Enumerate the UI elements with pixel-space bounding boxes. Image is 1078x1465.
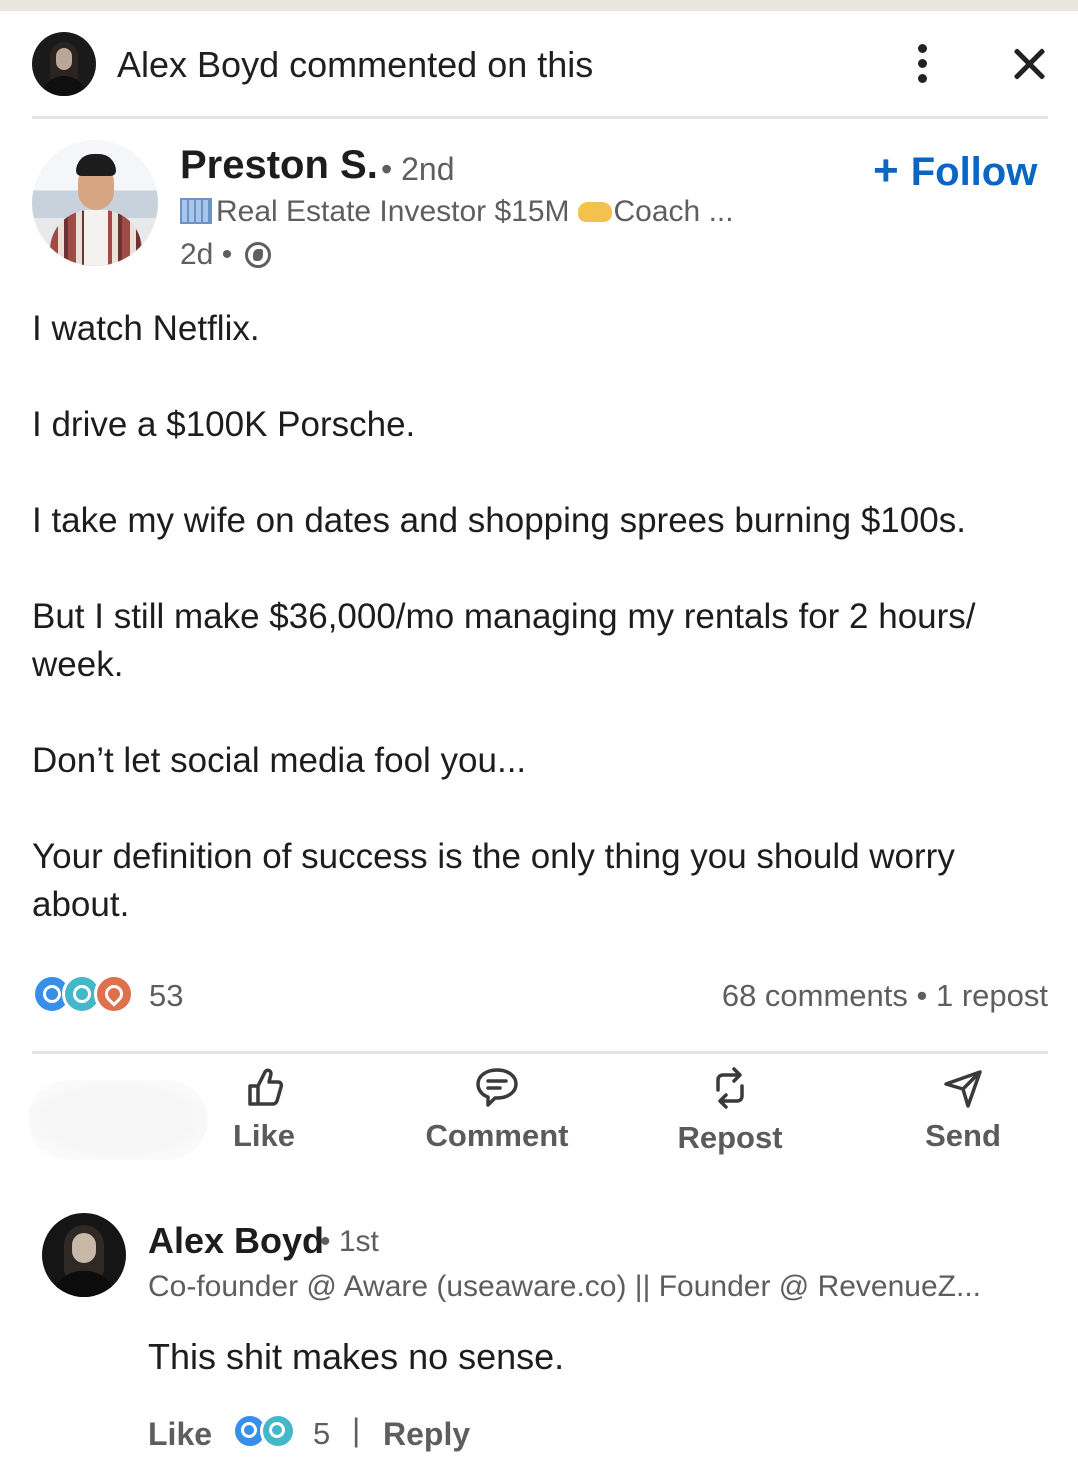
comment-reaction-icons[interactable] — [232, 1413, 302, 1451]
comments-reposts-count[interactable]: 68 comments • 1 repost — [722, 978, 1048, 1014]
post-paragraph: I watch Netflix. — [32, 309, 260, 348]
follow-label: Follow — [910, 150, 1038, 194]
activity-header: Alex Boyd commented on this — [32, 32, 1050, 96]
status-strip — [0, 0, 1078, 11]
like-label: Like — [232, 1118, 296, 1153]
comment-button[interactable]: Comment — [420, 1066, 574, 1166]
post-paragraph: I drive a $100K Porsche. — [32, 405, 416, 444]
author-degree: • 2nd — [381, 151, 455, 187]
more-options-icon[interactable] — [912, 42, 934, 86]
actions-divider — [32, 1051, 1048, 1054]
activity-commenter-name[interactable]: Alex Boyd — [117, 44, 279, 85]
comment-action-separator: | — [352, 1412, 361, 1448]
plus-icon: + — [873, 146, 899, 195]
follow-button[interactable]: + Follow — [873, 146, 1037, 196]
post-meta: 2d • — [180, 238, 271, 272]
comment-text: This shit makes no sense. — [148, 1336, 565, 1377]
like-button[interactable]: Like — [224, 1066, 304, 1166]
comment-label: Comment — [425, 1118, 569, 1153]
repost-icon — [716, 1067, 744, 1109]
comment-author-name[interactable]: Alex Boyd — [148, 1220, 324, 1262]
author-name[interactable]: Preston S. — [180, 143, 378, 188]
author-headline: Real Estate Investor $15M Coach ... — [180, 195, 734, 229]
repost-button[interactable]: Repost — [672, 1066, 788, 1166]
activity-action: commented on this — [289, 44, 594, 85]
comment-icon — [476, 1068, 518, 1107]
close-icon[interactable] — [1007, 42, 1051, 86]
comment-like-button[interactable]: Like — [148, 1416, 212, 1453]
thumbs-up-icon — [248, 1068, 284, 1106]
author-headline-part2: Coach ... — [613, 195, 734, 228]
funny-reaction-icon — [260, 1413, 296, 1449]
author-headline-part1: Real Estate Investor $15M — [216, 195, 570, 228]
post-time: 2d • — [180, 238, 233, 271]
commenter-avatar[interactable] — [32, 32, 96, 96]
activity-text: Alex Boyd commented on this — [117, 44, 593, 86]
comment-author-avatar[interactable] — [42, 1213, 126, 1297]
handshake-icon — [577, 202, 612, 222]
send-icon — [944, 1070, 982, 1108]
comment-reply-button[interactable]: Reply — [383, 1416, 470, 1453]
post-body: I watch Netflix. I drive a $100K Porsche… — [32, 305, 1048, 929]
love-reaction-icon — [94, 974, 134, 1014]
reaction-count[interactable]: 53 — [149, 978, 183, 1014]
post-paragraph: Don’t let social media fool you... — [32, 741, 527, 780]
post-paragraph: But I still make $36,000/mo managing my … — [32, 597, 976, 684]
office-building-icon — [180, 198, 212, 224]
comment-author-headline: Co-founder @ Aware (useaware.co) || Foun… — [148, 1270, 981, 1303]
send-label: Send — [925, 1118, 1001, 1153]
post-paragraph: I take my wife on dates and shopping spr… — [32, 501, 966, 540]
send-button[interactable]: Send — [920, 1066, 1006, 1166]
reaction-icons[interactable] — [32, 974, 212, 1014]
comment-reaction-count[interactable]: 5 — [313, 1416, 330, 1452]
comment-author-degree: • 1st — [320, 1225, 379, 1258]
header-divider — [32, 116, 1048, 119]
author-avatar[interactable] — [32, 140, 158, 266]
repost-label: Repost — [677, 1120, 783, 1155]
post-paragraph: Your definition of success is the only t… — [32, 837, 955, 924]
blurred-area — [28, 1080, 208, 1160]
globe-icon — [244, 242, 271, 268]
